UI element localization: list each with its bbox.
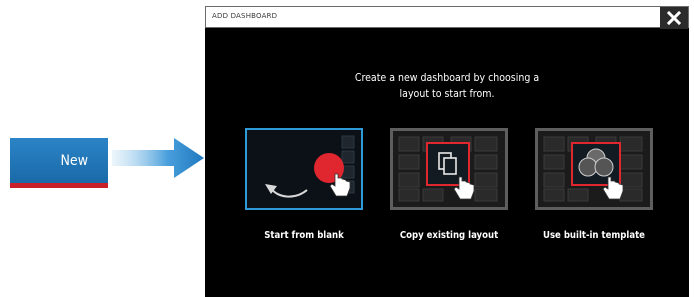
copy-existing-layout-option[interactable] <box>390 128 508 210</box>
use-built-in-template-option[interactable] <box>535 128 653 210</box>
dialog-titlebar: ADD DASHBOARD <box>205 6 689 29</box>
close-button[interactable] <box>660 7 688 29</box>
start-from-blank-option[interactable] <box>245 128 363 210</box>
close-icon <box>667 11 681 25</box>
copy-existing-layout-label: Copy existing layout <box>399 230 499 241</box>
start-from-blank-label: Start from blank <box>264 230 344 241</box>
new-button-label: New <box>60 152 88 169</box>
prompt-line-2: layout to start from. <box>399 88 495 100</box>
use-built-in-template-label: Use built-in template <box>543 230 645 241</box>
new-button[interactable]: New <box>10 138 108 188</box>
dialog-title: ADD DASHBOARD <box>212 12 278 20</box>
add-dashboard-dialog: ADD DASHBOARD Create a new dashboard by … <box>205 6 689 297</box>
curved-arrow-icon <box>265 184 308 198</box>
dialog-prompt: Create a new dashboard by choosing a lay… <box>205 70 689 102</box>
arrow-right-icon <box>112 138 204 178</box>
prompt-line-1: Create a new dashboard by choosing a <box>354 72 540 84</box>
